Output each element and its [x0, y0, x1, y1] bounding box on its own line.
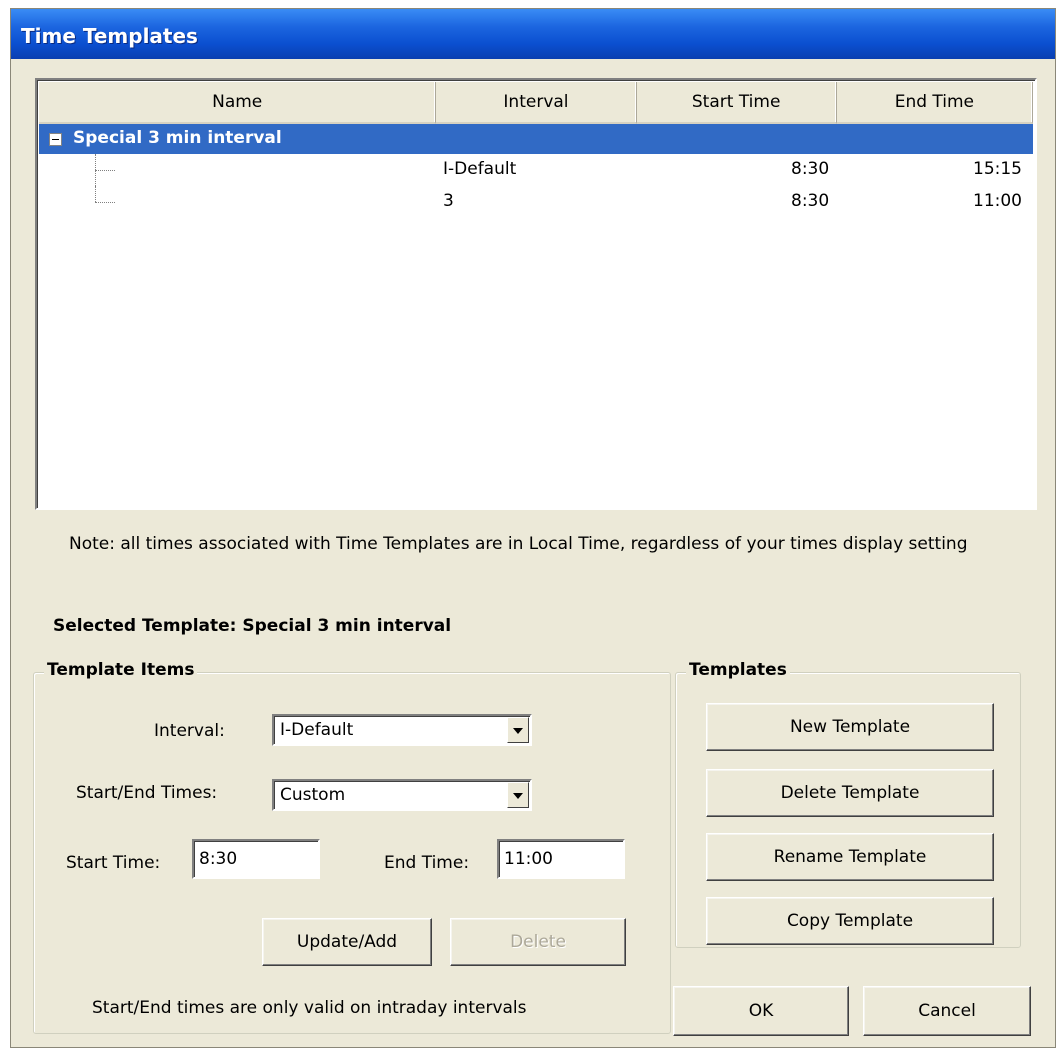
- dropdown-arrow-icon[interactable]: [507, 782, 529, 808]
- tree-line: [95, 186, 96, 202]
- interval-value: I-Default: [280, 720, 354, 740]
- rename-template-button[interactable]: Rename Template: [706, 833, 994, 881]
- start-time-value: 8:30: [199, 849, 238, 869]
- template-name: Special 3 min interval: [73, 128, 282, 148]
- end-time-value: 11:00: [504, 849, 553, 869]
- template-items-group: Template Items Interval: I-Default Start…: [33, 660, 671, 1034]
- tree-branch: [95, 202, 115, 203]
- interval-label: Interval:: [154, 721, 225, 741]
- end-time-label: End Time:: [384, 853, 470, 873]
- list-header: Name Interval Start Time End Time: [39, 82, 1033, 124]
- copy-template-button[interactable]: Copy Template: [706, 897, 994, 945]
- item-interval: I-Default: [443, 159, 517, 179]
- item-interval: 3: [443, 191, 454, 211]
- update-add-button[interactable]: Update/Add: [262, 918, 432, 966]
- column-header-name[interactable]: Name: [39, 82, 437, 124]
- intraday-footnote: Start/End times are only valid on intrad…: [92, 998, 527, 1018]
- templates-group: Templates New Template Delete Template R…: [675, 660, 1021, 948]
- template-item-row[interactable]: I-Default 8:30 15:15: [39, 154, 1033, 186]
- new-template-button[interactable]: New Template: [706, 703, 994, 751]
- interval-select[interactable]: I-Default: [272, 714, 532, 746]
- item-end-time: 15:15: [973, 159, 1022, 179]
- column-header-start-time[interactable]: Start Time: [636, 82, 837, 124]
- cancel-button[interactable]: Cancel: [863, 986, 1031, 1036]
- selected-template-label: Selected Template: Special 3 min interva…: [53, 616, 452, 636]
- item-start-time: 8:30: [791, 159, 830, 179]
- templates-title: Templates: [686, 660, 790, 680]
- column-header-end-time[interactable]: End Time: [836, 82, 1033, 124]
- delete-item-button[interactable]: Delete: [450, 918, 626, 966]
- column-header-interval[interactable]: Interval: [436, 82, 637, 124]
- start-time-label: Start Time:: [66, 853, 161, 873]
- item-end-time: 11:00: [973, 191, 1022, 211]
- ok-button[interactable]: OK: [673, 986, 849, 1036]
- template-items-title: Template Items: [44, 660, 198, 680]
- local-time-note: Note: all times associated with Time Tem…: [69, 534, 968, 554]
- collapse-icon[interactable]: [49, 133, 62, 146]
- tree-branch: [95, 170, 115, 171]
- time-templates-dialog: Time Templates Name Interval Start Time …: [10, 8, 1056, 1048]
- template-row[interactable]: Special 3 min interval: [39, 124, 1033, 154]
- start-end-times-value: Custom: [280, 785, 346, 805]
- delete-template-button[interactable]: Delete Template: [706, 769, 994, 817]
- template-item-row[interactable]: 3 8:30 11:00: [39, 186, 1033, 218]
- start-time-input[interactable]: 8:30: [192, 839, 320, 879]
- start-end-times-label: Start/End Times:: [76, 783, 218, 803]
- templates-list[interactable]: Name Interval Start Time End Time Specia…: [35, 78, 1037, 510]
- window-title: Time Templates: [21, 24, 198, 48]
- end-time-input[interactable]: 11:00: [497, 839, 625, 879]
- title-bar[interactable]: Time Templates: [11, 9, 1055, 59]
- start-end-times-select[interactable]: Custom: [272, 779, 532, 811]
- dropdown-arrow-icon[interactable]: [507, 717, 529, 743]
- item-start-time: 8:30: [791, 191, 830, 211]
